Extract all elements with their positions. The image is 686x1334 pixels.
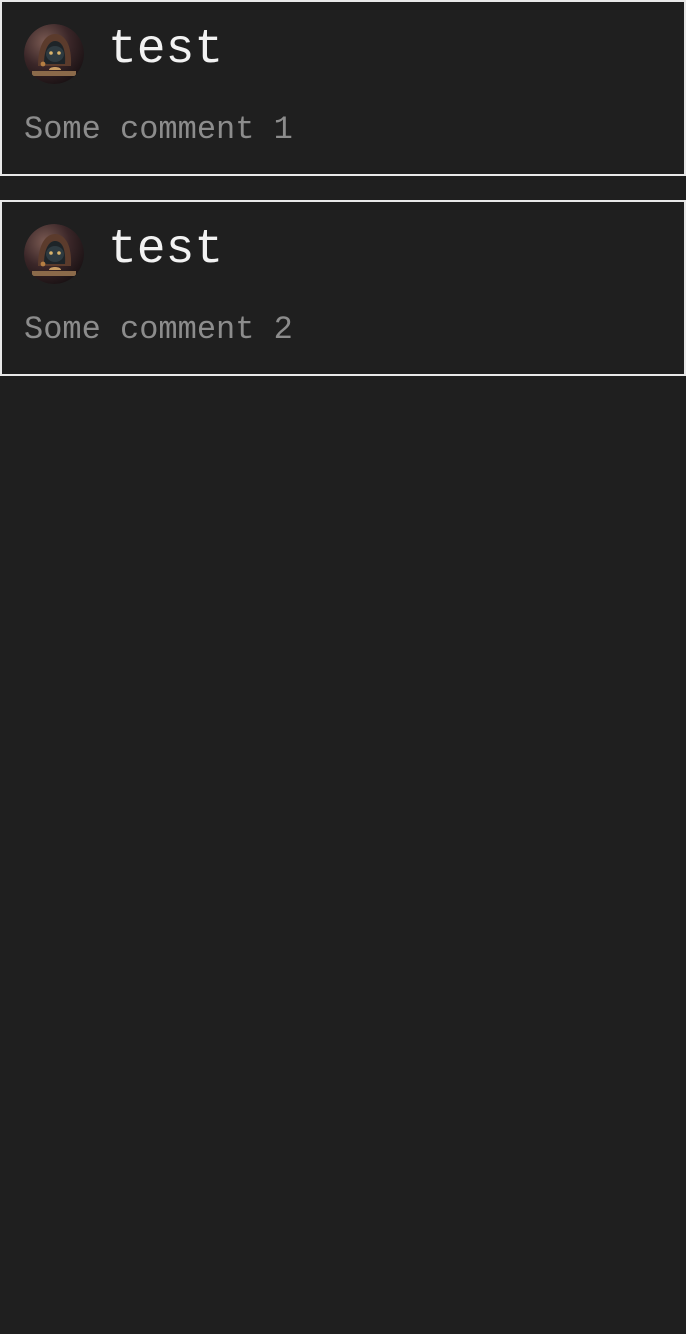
hooded-cat-avatar-icon[interactable] — [24, 224, 84, 284]
comment-card: test Some comment 1 — [0, 0, 686, 176]
hooded-cat-avatar-icon[interactable] — [24, 24, 84, 84]
comment-text: Some comment 2 — [24, 311, 293, 348]
comment-text: Some comment 1 — [24, 111, 293, 148]
comment-card: test Some comment 2 — [0, 200, 686, 376]
comment-username: test — [108, 23, 224, 77]
comment-username: test — [108, 223, 224, 277]
